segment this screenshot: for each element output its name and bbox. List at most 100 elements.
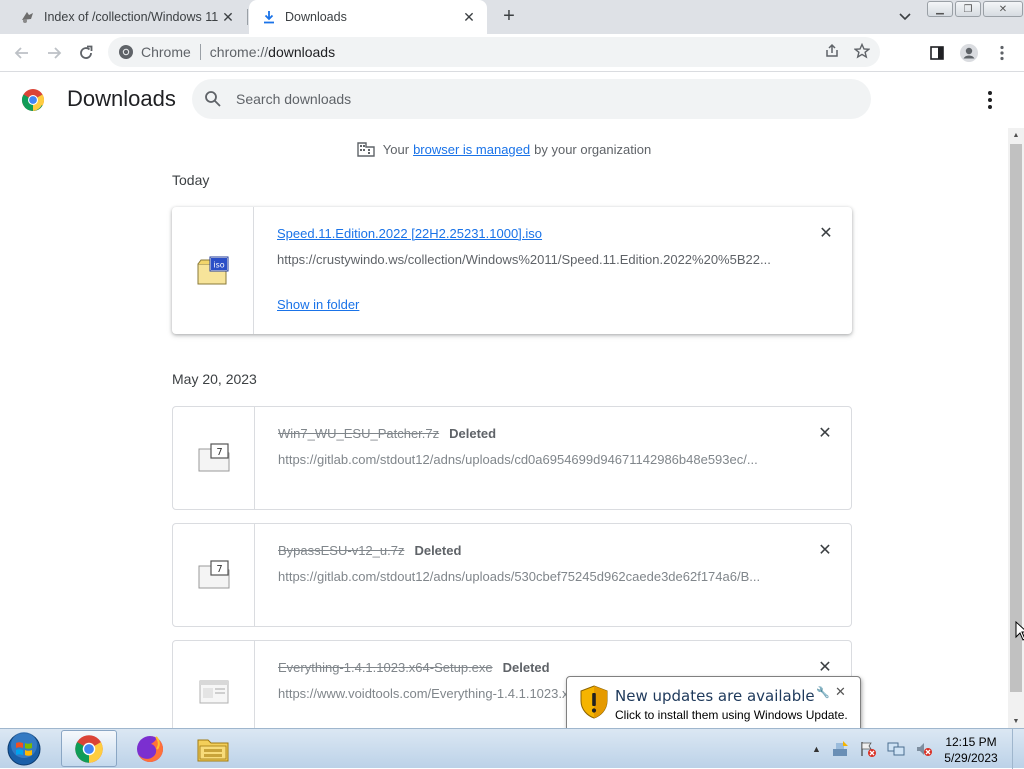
download-filename-link[interactable]: Speed.11.Edition.2022 [22H2.25231.1000].… [277,226,542,241]
download-filename[interactable]: Everything-1.4.1.1023.x64-Setup.exe Delet… [278,660,550,675]
svg-text:iso: iso [213,260,224,269]
download-item: 7 BypassESU-v12_u.7z Deleted https://gitl… [172,523,852,627]
tab-close-icon[interactable]: ✕ [218,7,238,27]
reload-icon[interactable] [73,40,99,66]
downloads-header: Downloads [0,72,1024,128]
window-controls: ▁ ❐ ✕ [927,1,1023,17]
svg-text:7: 7 [216,564,222,575]
download-item: 7 Win7_WU_ESU_Patcher.7z Deleted https://… [172,406,852,510]
tab-search-chevron-icon[interactable] [895,8,915,26]
tab-strip: Index of /collection/Windows 11/ ✕ Downl… [0,0,1024,34]
firefox-icon [137,735,163,762]
url-text[interactable]: chrome://downloads [210,44,335,60]
notification-close-icon[interactable]: ✕ [835,684,846,700]
profile-avatar-icon[interactable] [959,43,979,63]
back-arrow-icon[interactable] [9,40,35,66]
remove-download-icon[interactable]: ✕ [817,425,833,442]
filename-text: Win7_WU_ESU_Patcher.7z [278,426,440,441]
file-icon-column: iso [172,207,254,334]
scrollbar-thumb[interactable] [1010,144,1022,692]
tab-label: Downloads [285,10,347,24]
7z-file-icon: 7 [198,443,229,472]
window-close-icon[interactable]: ✕ [983,1,1023,17]
downloads-list: Your browser is managed by your organiza… [0,128,1008,728]
taskbar-chrome[interactable] [61,730,117,767]
status-badge: Deleted [502,660,550,675]
scroll-up-arrow-icon[interactable]: ▲ [1008,128,1024,142]
file-icon-column [173,641,255,728]
show-desktop-button[interactable] [1012,729,1024,769]
show-in-folder-link[interactable]: Show in folder [277,297,359,312]
tab-close-icon[interactable]: ✕ [459,7,479,27]
remove-download-icon[interactable]: ✕ [817,542,833,559]
chrome-icon [75,734,103,763]
taskbar-firefox[interactable] [122,730,178,767]
side-panel-icon[interactable] [927,43,947,63]
search-icon [205,91,221,107]
windows-orb-icon [7,732,41,766]
taskbar-explorer[interactable] [185,730,241,767]
omnibox-divider [199,44,201,60]
network-icon[interactable] [887,740,905,758]
chrome-logo-icon [22,89,44,111]
managed-notice: Your browser is managed by your organiza… [0,141,1008,157]
tab-index-collection[interactable]: Index of /collection/Windows 11/ ✕ [8,0,246,34]
wrench-icon[interactable]: 🔧 [816,686,830,699]
iso-file-icon: iso [197,256,228,284]
managed-prefix: Your [382,141,410,157]
exe-file-icon [199,680,228,704]
notification-text: Click to install them using Windows Upda… [615,708,848,722]
tab-label: Index of /collection/Windows 11/ [44,10,218,24]
tab-separator [247,9,248,25]
chrome-mini-icon [119,45,133,59]
bookmark-star-icon[interactable] [853,42,871,62]
downloads-menu-icon[interactable] [980,88,1000,112]
download-source-url[interactable]: https://crustywindo.ws/collection/Window… [277,252,777,267]
remove-download-icon[interactable]: ✕ [818,225,834,242]
managed-link[interactable]: browser is managed [413,142,530,157]
notification-title: New updates are available [615,687,815,705]
file-icon-column: 7 [173,407,255,509]
remove-download-icon[interactable]: ✕ [817,659,833,676]
clock[interactable]: 12:15 PM 5/29/2023 [936,734,1006,766]
search-downloads-box[interactable] [192,79,871,119]
url-path: downloads [268,44,336,60]
page-title: Downloads [67,86,176,111]
show-hidden-icons-icon[interactable]: ▲ [812,744,821,754]
address-bar[interactable]: Chrome chrome://downloads [108,37,880,67]
forward-arrow-icon[interactable] [41,40,67,66]
building-icon [357,142,375,157]
volume-muted-icon[interactable] [915,740,933,758]
windows-taskbar: ▲ 12:15 PM 5/29/2023 [0,728,1024,769]
system-tray: ▲ [812,729,933,769]
restore-icon[interactable]: ❐ [955,1,981,17]
tab-downloads[interactable]: Downloads ✕ [249,0,487,34]
chrome-site-chip[interactable]: Chrome [108,44,191,60]
scroll-down-arrow-icon[interactable]: ▼ [1008,714,1024,728]
windows-update-notification[interactable]: New updates are available Click to insta… [566,676,861,732]
download-item: iso Speed.11.Edition.2022 [22H2.25231.10… [172,207,852,334]
action-center-flag-icon[interactable] [859,740,877,758]
svg-text:7: 7 [216,447,222,458]
start-button[interactable] [4,730,44,768]
download-source-url[interactable]: https://gitlab.com/stdout12/adns/uploads… [278,569,778,584]
minimize-icon[interactable]: ▁ [927,1,953,17]
folder-bird-icon [20,9,36,25]
windows-update-tray-icon[interactable] [831,740,849,758]
date-header-may-20: May 20, 2023 [172,371,257,387]
7z-file-icon: 7 [198,560,229,589]
mouse-cursor-icon [1015,621,1024,641]
browser-menu-icon[interactable] [992,43,1012,63]
download-filename[interactable]: BypassESU-v12_u.7z Deleted [278,543,461,558]
explorer-icon [197,739,229,761]
download-filename[interactable]: Win7_WU_ESU_Patcher.7z Deleted [278,426,496,441]
share-icon[interactable] [824,43,840,62]
clock-date: 5/29/2023 [944,751,998,765]
search-input[interactable] [236,87,836,111]
omnibox-actions [824,42,871,62]
download-icon [261,9,277,25]
new-tab-button[interactable]: + [498,5,520,27]
file-icon-column: 7 [173,524,255,626]
download-source-url[interactable]: https://gitlab.com/stdout12/adns/uploads… [278,452,778,467]
managed-suffix: by your organization [534,141,652,157]
